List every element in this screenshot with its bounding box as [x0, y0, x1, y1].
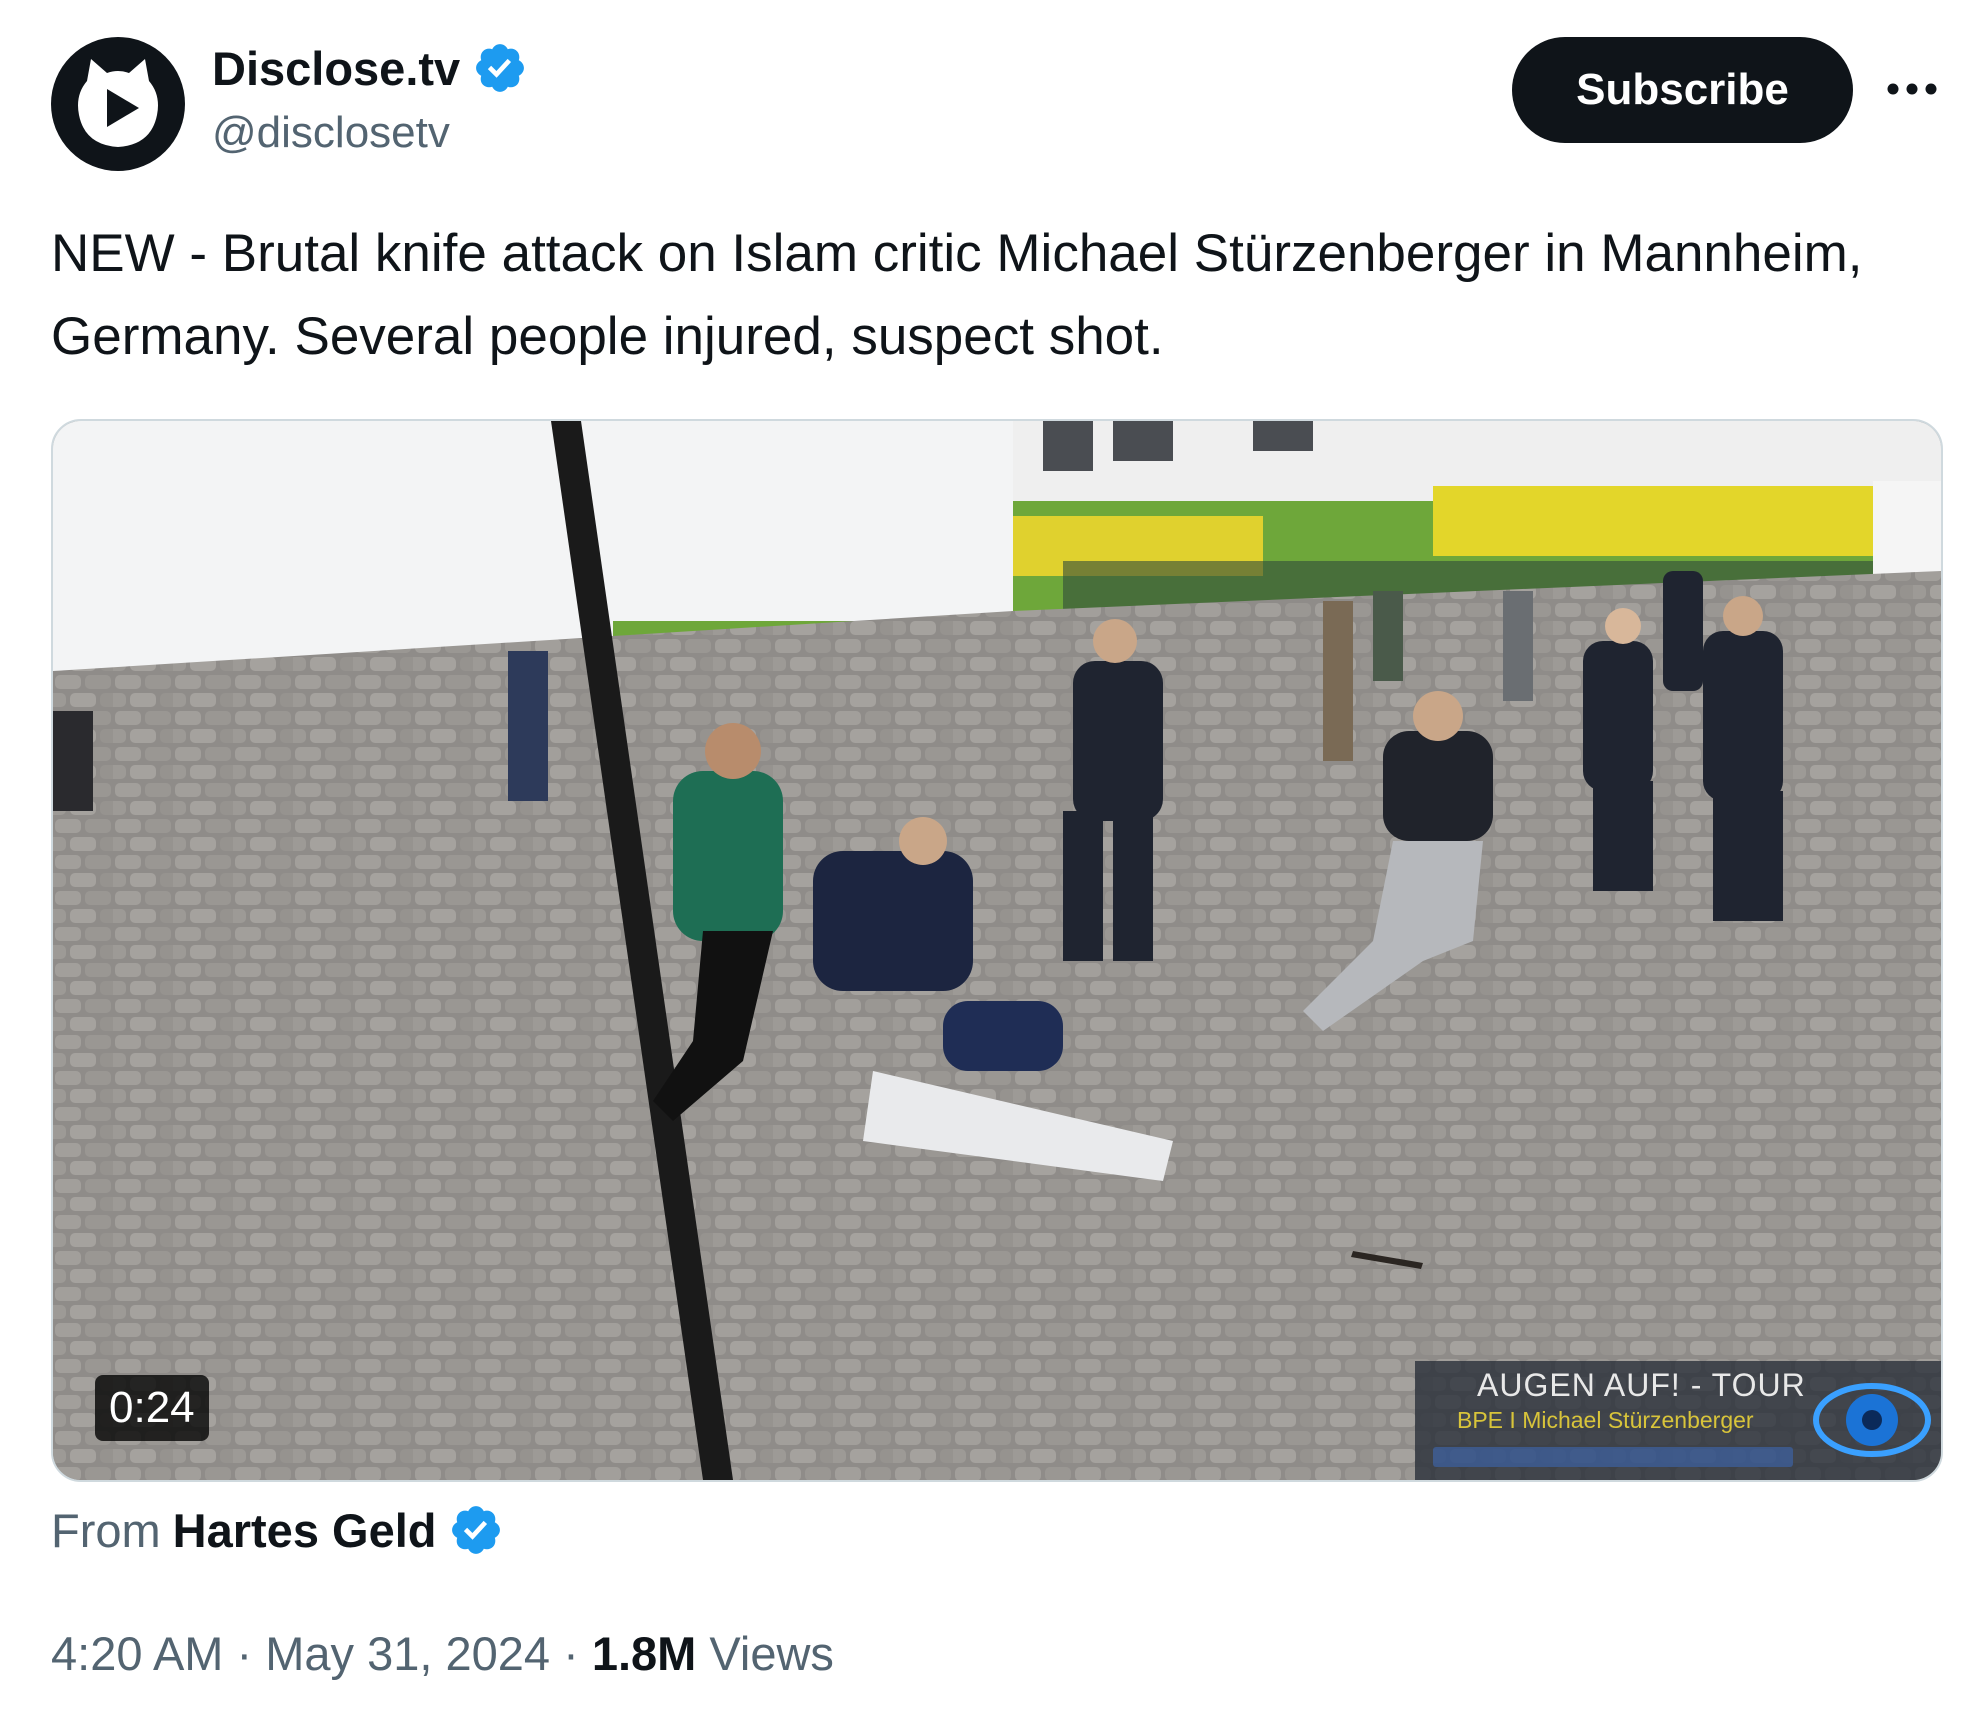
avatar[interactable]: [51, 37, 185, 171]
verified-badge-icon: [452, 1506, 501, 1554]
views-label: Views: [709, 1627, 834, 1680]
views-count: 1.8M: [591, 1627, 697, 1680]
author-display-name[interactable]: Disclose.tv: [212, 41, 460, 96]
more-dots-icon: [1887, 83, 1937, 95]
tweet-meta: 4:20 AM · May 31, 2024 · 1.8M Views: [51, 1626, 834, 1681]
subscribe-button[interactable]: Subscribe: [1512, 37, 1853, 143]
video-watermark: AUGEN AUF! - TOUR BPE I Michael Stürzenb…: [1415, 1361, 1941, 1480]
more-options-button[interactable]: [1884, 64, 1940, 114]
watermark-banner: [1433, 1447, 1793, 1467]
video-duration-badge: 0:24: [95, 1375, 209, 1441]
eye-logo-icon: [1813, 1383, 1931, 1457]
video-source: From Hartes Geld: [51, 1502, 504, 1558]
video-player[interactable]: 0:24 AUGEN AUF! - TOUR BPE I Michael Stü…: [51, 419, 1943, 1482]
author-name-row: Disclose.tv: [212, 40, 528, 96]
watermark-title: AUGEN AUF! - TOUR: [1477, 1367, 1806, 1403]
verified-badge-icon: [476, 44, 525, 92]
play-cat-logo-icon: [78, 59, 158, 147]
watermark-subtitle: BPE I Michael Stürzenberger: [1457, 1407, 1754, 1433]
author-handle[interactable]: @disclosetv: [212, 108, 450, 158]
video-frame-image: [53, 421, 1941, 1480]
meta-separator: ·: [223, 1627, 266, 1680]
source-account-name[interactable]: Hartes Geld: [173, 1503, 437, 1558]
tweet-text: NEW - Brutal knife attack on Islam criti…: [51, 224, 1863, 366]
meta-separator: ·: [550, 1627, 592, 1680]
tweet-time[interactable]: 4:20 AM: [51, 1626, 223, 1681]
source-from-label: From: [51, 1503, 161, 1557]
tweet-date[interactable]: May 31, 2024: [265, 1626, 550, 1681]
